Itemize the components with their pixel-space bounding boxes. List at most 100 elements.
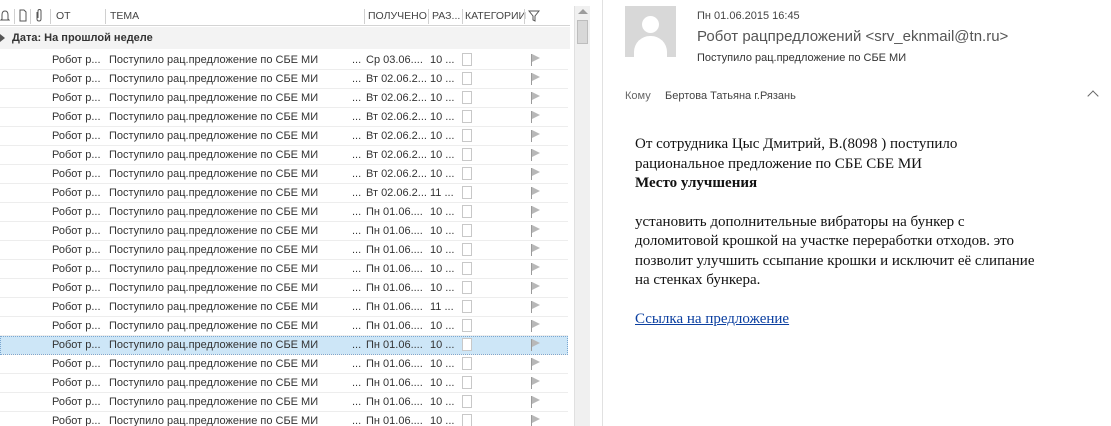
group-header-last-week[interactable]: Дата: На прошлой неделе bbox=[0, 27, 570, 49]
document-column-icon[interactable] bbox=[18, 6, 28, 26]
column-categories[interactable]: КАТЕГОРИИ bbox=[465, 6, 527, 26]
flag-icon[interactable] bbox=[530, 206, 542, 219]
message-row[interactable]: Робот р... Поступило рац.предложение по С… bbox=[0, 241, 568, 260]
collapse-triangle-icon[interactable] bbox=[0, 34, 5, 42]
row-received: Вт 02.06.2... bbox=[366, 73, 427, 85]
flag-icon[interactable] bbox=[530, 282, 542, 295]
row-from: Робот р... bbox=[52, 320, 101, 332]
column-size[interactable]: РАЗ... bbox=[432, 6, 462, 26]
row-ellipsis: ... bbox=[352, 225, 362, 237]
attachment-column-icon[interactable] bbox=[33, 6, 45, 26]
category-checkbox[interactable] bbox=[462, 414, 472, 426]
column-subject[interactable]: ТЕМА bbox=[110, 6, 310, 26]
flag-icon[interactable] bbox=[530, 111, 542, 124]
message-row[interactable]: Робот р... Поступило рац.предложение по С… bbox=[0, 374, 568, 393]
category-checkbox[interactable] bbox=[462, 167, 472, 180]
message-row[interactable]: Робот р... Поступило рац.предложение по С… bbox=[0, 51, 568, 70]
flag-icon[interactable] bbox=[530, 415, 542, 426]
row-received: Пн 01.06.... bbox=[366, 396, 423, 408]
category-checkbox[interactable] bbox=[462, 72, 472, 85]
row-ellipsis: ... bbox=[352, 130, 362, 142]
flag-icon[interactable] bbox=[530, 73, 542, 86]
category-checkbox[interactable] bbox=[462, 376, 472, 389]
flag-icon[interactable] bbox=[530, 187, 542, 200]
column-received[interactable]: ПОЛУЧЕНО bbox=[368, 6, 428, 26]
category-checkbox[interactable] bbox=[462, 300, 472, 313]
flag-icon[interactable] bbox=[530, 149, 542, 162]
row-received: Пн 01.06.... bbox=[366, 339, 423, 351]
message-sender[interactable]: Робот рацпредложений <srv_eknmail@tn.ru> bbox=[697, 28, 1008, 45]
message-row[interactable]: Робот р... Поступило рац.предложение по С… bbox=[0, 108, 568, 127]
category-checkbox[interactable] bbox=[462, 205, 472, 218]
row-size: 10 ... bbox=[430, 263, 455, 275]
scroll-up-arrow-icon[interactable] bbox=[578, 9, 588, 14]
category-checkbox[interactable] bbox=[462, 395, 472, 408]
flag-icon[interactable] bbox=[530, 377, 542, 390]
message-row[interactable]: Робот р... Поступило рац.предложение по С… bbox=[0, 222, 568, 241]
flag-icon[interactable] bbox=[530, 320, 542, 333]
message-row[interactable]: Робот р... Поступило рац.предложение по С… bbox=[0, 146, 568, 165]
flag-icon[interactable] bbox=[530, 396, 542, 409]
flag-icon[interactable] bbox=[530, 301, 542, 314]
scrollbar-thumb[interactable] bbox=[577, 20, 588, 44]
to-recipient[interactable]: Бертова Татьяна г.Рязань bbox=[665, 90, 796, 102]
flag-icon[interactable] bbox=[530, 130, 542, 143]
message-row[interactable]: Робот р... Поступило рац.предложение по С… bbox=[0, 298, 568, 317]
category-checkbox[interactable] bbox=[462, 338, 472, 351]
column-from[interactable]: ОТ bbox=[56, 6, 96, 26]
row-from: Робот р... bbox=[52, 339, 101, 351]
message-row[interactable]: Робот р... Поступило рац.предложение по С… bbox=[0, 260, 568, 279]
flag-icon[interactable] bbox=[530, 339, 542, 352]
flag-icon[interactable] bbox=[530, 92, 542, 105]
category-checkbox[interactable] bbox=[462, 319, 472, 332]
row-from: Робот р... bbox=[52, 54, 101, 66]
category-checkbox[interactable] bbox=[462, 243, 472, 256]
message-row[interactable]: Робот р... Поступило рац.предложение по С… bbox=[0, 70, 568, 89]
message-row[interactable]: Робот р... Поступило рац.предложение по С… bbox=[0, 336, 568, 355]
category-checkbox[interactable] bbox=[462, 91, 472, 104]
category-checkbox[interactable] bbox=[462, 110, 472, 123]
collapse-header-icon[interactable] bbox=[1087, 90, 1099, 102]
row-received: Пн 01.06.... bbox=[366, 415, 423, 426]
row-received: Пн 01.06.... bbox=[366, 320, 423, 332]
message-row[interactable]: Робот р... Поступило рац.предложение по С… bbox=[0, 203, 568, 222]
message-row[interactable]: Робот р... Поступило рац.предложение по С… bbox=[0, 279, 568, 298]
flag-icon[interactable] bbox=[530, 168, 542, 181]
row-received: Пн 01.06.... bbox=[366, 301, 423, 313]
category-checkbox[interactable] bbox=[462, 281, 472, 294]
row-size: 10 ... bbox=[430, 320, 455, 332]
flag-icon[interactable] bbox=[530, 54, 542, 67]
row-size: 10 ... bbox=[430, 396, 455, 408]
flag-icon[interactable] bbox=[530, 225, 542, 238]
category-checkbox[interactable] bbox=[462, 53, 472, 66]
category-checkbox[interactable] bbox=[462, 186, 472, 199]
row-subject: Поступило рац.предложение по СБЕ МИ bbox=[109, 282, 319, 294]
reminder-column-icon[interactable] bbox=[0, 6, 10, 26]
row-subject: Поступило рац.предложение по СБЕ МИ bbox=[109, 54, 319, 66]
pane-divider[interactable] bbox=[602, 0, 603, 426]
category-checkbox[interactable] bbox=[462, 148, 472, 161]
row-ellipsis: ... bbox=[352, 396, 362, 408]
flag-icon[interactable] bbox=[530, 244, 542, 257]
category-checkbox[interactable] bbox=[462, 357, 472, 370]
message-row[interactable]: Робот р... Поступило рац.предложение по С… bbox=[0, 89, 568, 108]
category-checkbox[interactable] bbox=[462, 262, 472, 275]
message-row[interactable]: Робот р... Поступило рац.предложение по С… bbox=[0, 355, 568, 374]
message-body: От сотрудника Цыс Дмитрий, В.(8098 ) пос… bbox=[635, 135, 1085, 329]
proposal-link[interactable]: Ссылка на предложение bbox=[635, 311, 789, 327]
message-row[interactable]: Робот р... Поступило рац.предложение по С… bbox=[0, 393, 568, 412]
list-scrollbar[interactable] bbox=[574, 6, 590, 426]
category-checkbox[interactable] bbox=[462, 224, 472, 237]
message-row[interactable]: Робот р... Поступило рац.предложение по С… bbox=[0, 412, 568, 426]
message-row[interactable]: Робот р... Поступило рац.предложение по С… bbox=[0, 317, 568, 336]
filter-icon[interactable] bbox=[528, 6, 540, 26]
row-from: Робот р... bbox=[52, 206, 101, 218]
category-checkbox[interactable] bbox=[462, 129, 472, 142]
message-row[interactable]: Робот р... Поступило рац.предложение по С… bbox=[0, 184, 568, 203]
row-ellipsis: ... bbox=[352, 54, 362, 66]
message-row[interactable]: Робот р... Поступило рац.предложение по С… bbox=[0, 127, 568, 146]
row-from: Робот р... bbox=[52, 73, 101, 85]
message-row[interactable]: Робот р... Поступило рац.предложение по С… bbox=[0, 165, 568, 184]
flag-icon[interactable] bbox=[530, 358, 542, 371]
flag-icon[interactable] bbox=[530, 263, 542, 276]
